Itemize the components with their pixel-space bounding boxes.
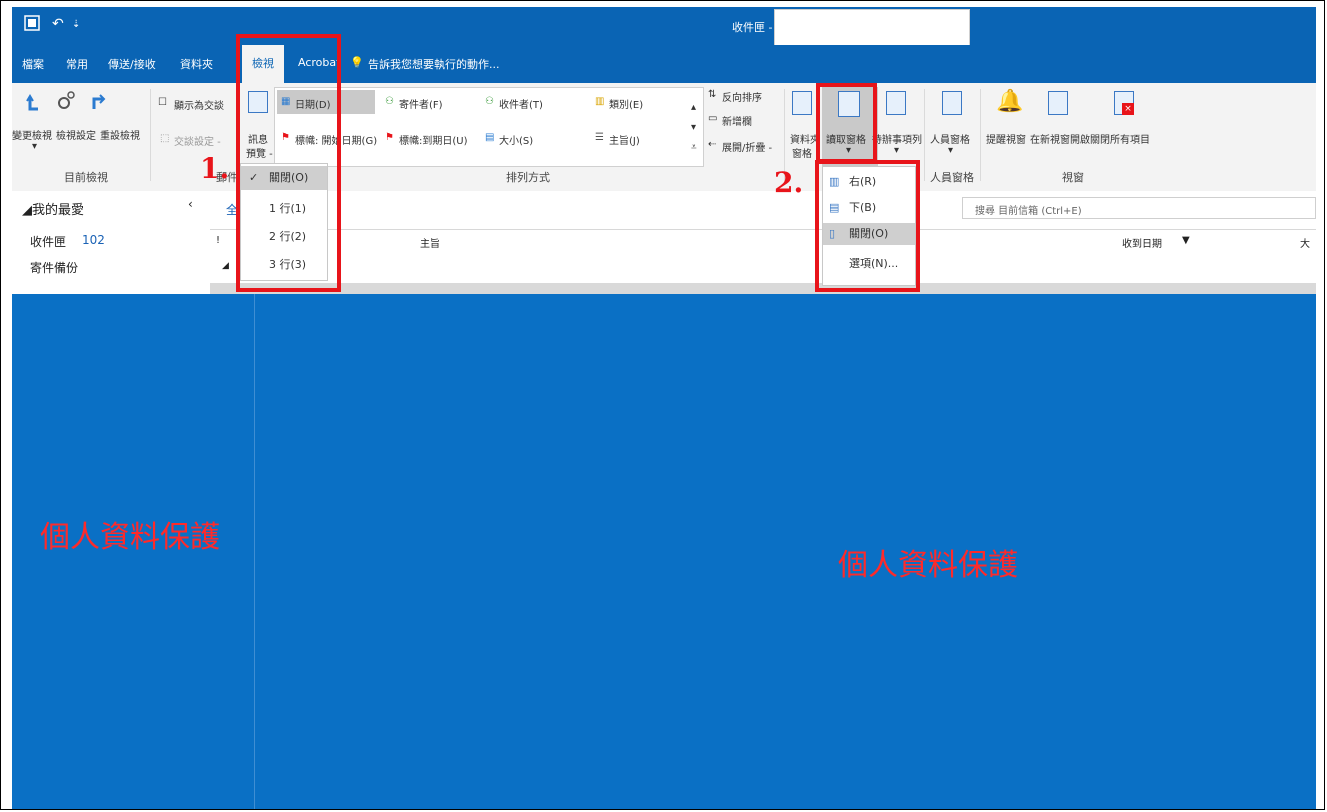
expand-collapse-button[interactable]: 展開/折疊 - [722,139,772,154]
privacy-label-left: 個人資料保護 [40,520,220,555]
expand-collapse-icon: ⇠ [708,139,717,150]
inbox-unread-count: 102 [82,233,105,247]
conversation-settings-button[interactable]: 交談設定 - [174,133,221,148]
column-subject[interactable]: 主旨 [420,235,440,250]
lightbulb-icon: 💡 [350,56,364,69]
column-header-divider [210,229,1316,230]
title-bar: ↶ ⇣ 收件匣 - [12,7,1316,49]
group-label-people-pane: 人員窗格 [930,171,974,184]
search-input[interactable]: 搜尋 目前信箱 (Ctrl+E) [962,197,1316,219]
title-redaction-box [774,9,970,49]
reminders-window-button[interactable]: 提醒視窗 [986,131,1026,146]
reset-view-button[interactable]: 重設檢視 [100,127,140,142]
ribbon-tabs: 檔案 常用 傳送/接收 資料夾 檢視 Acrobat 💡 告訴我您想要執行的動作… [12,45,1316,83]
ribbon-separator [980,89,981,181]
tell-me-box[interactable]: 告訴我您想要執行的動作... [368,56,500,72]
arrange-flag-due[interactable]: 標幟:到期日(U) [399,132,468,147]
person-icon: ⚇ [485,96,494,107]
people-pane-button[interactable]: 人員窗格 [930,131,970,146]
annotation-box-1 [236,34,341,292]
change-view-icon [26,94,38,111]
annotation-box-2a [816,83,877,163]
conversation-settings-icon: ⬚ [160,133,170,144]
close-all-items-button[interactable]: 關閉所有項目 [1090,131,1150,146]
change-view-button[interactable]: 變更檢視 [12,127,52,142]
tab-file[interactable]: 檔案 [22,56,44,72]
pane-divider [254,294,255,810]
collapse-pane-icon[interactable]: ‹ [188,197,193,211]
person-icon: ⚇ [385,96,394,107]
arrange-to[interactable]: 收件者(T) [499,96,543,111]
folder-sent-items[interactable]: 寄件備份 [30,259,78,276]
gallery-scroll-down-icon[interactable]: ▾ [691,122,696,133]
group-label-arrangement: 排列方式 [506,171,550,184]
group-label-window: 視窗 [1062,171,1084,184]
add-columns-button[interactable]: 新增欄 [722,113,752,128]
annotation-box-2b [815,160,920,292]
tab-send-receive[interactable]: 傳送/接收 [108,56,156,72]
main-content: ◢我的最愛 ‹ 收件匣 102 寄件備份 全 ! 主旨 收到日期 ▼ 大 ◢ 搜… [12,191,1316,294]
tab-folder[interactable]: 資料夾 [180,56,213,72]
group-label-current-view: 目前檢視 [64,171,108,184]
show-as-conversations-label: 顯示為交談 [174,101,224,112]
arrange-categories[interactable]: 類別(E) [609,96,643,111]
folder-pane-button[interactable]: 窗格 [792,145,812,160]
group-expand-icon[interactable]: ◢ [222,261,229,271]
favorites-header[interactable]: ◢我的最愛 [22,199,84,218]
folder-pane-icon [792,91,812,115]
dropdown-arrow-icon: ▾ [894,145,900,156]
ribbon-separator [150,89,151,181]
privacy-label-right: 個人資料保護 [838,548,1018,583]
arrange-size[interactable]: 大小(S) [499,132,533,147]
view-settings-button[interactable]: 檢視設定 [56,127,96,142]
quick-access-more-icon[interactable]: ⇣ [72,19,80,30]
show-as-conversations-checkbox[interactable]: ☐ [158,97,167,108]
column-received[interactable]: 收到日期 [1122,235,1162,250]
ribbon-separator [924,89,925,181]
todo-bar-button[interactable]: 待辦事項列 [872,131,922,146]
dropdown-arrow-icon: ▾ [32,141,38,152]
reset-view-icon [92,94,106,109]
dropdown-arrow-icon: ▾ [948,145,954,156]
sort-descending-icon: ▼ [1182,235,1190,246]
flag-icon: ⚑ [385,132,394,143]
step-label-1: 1. [200,152,230,185]
tab-home[interactable]: 常用 [66,56,88,72]
size-icon: ▤ [485,132,495,143]
selected-message-row[interactable] [210,283,1316,294]
column-size[interactable]: 大 [1300,235,1310,250]
bell-icon: 🔔 [996,89,1024,114]
outlook-app-icon [24,15,40,35]
folder-inbox[interactable]: 收件匣 [30,233,66,250]
open-new-window-button[interactable]: 在新視窗開啟 [1030,131,1090,146]
reverse-sort-icon: ⇅ [708,89,717,100]
column-importance[interactable]: ! [216,235,220,246]
close-x-icon: × [1122,103,1134,115]
gallery-scroll-up-icon[interactable]: ▴ [691,102,696,113]
categories-icon: ▥ [595,96,605,107]
subject-icon: ☰ [595,132,604,143]
add-columns-icon: ▭ [708,113,718,124]
people-pane-icon [942,91,962,115]
arrange-subject[interactable]: 主旨(J) [609,132,640,147]
new-window-icon [1048,91,1068,115]
gallery-more-icon[interactable]: ⩡ [691,142,697,153]
step-label-2: 2. [774,166,804,199]
view-settings-icon [58,91,75,109]
reverse-sort-button[interactable]: 反向排序 [722,89,762,104]
undo-icon[interactable]: ↶ [52,16,64,32]
todo-bar-icon [886,91,906,115]
window-title: 收件匣 - [732,21,773,34]
arrange-from[interactable]: 寄件者(F) [399,96,443,111]
